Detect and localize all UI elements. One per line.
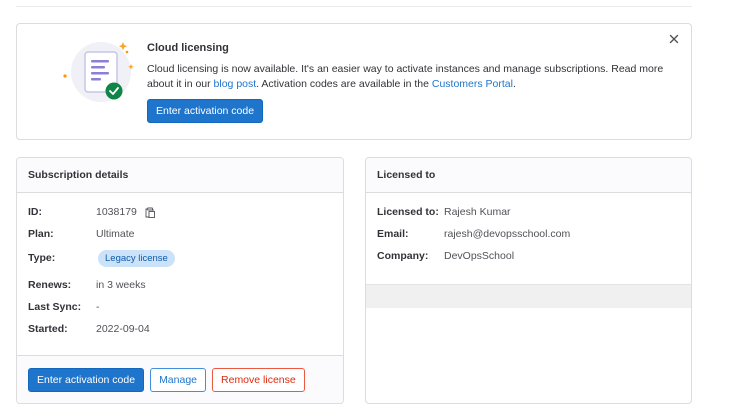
row-label: Type: [28,252,56,264]
licensee-name-value: Rajesh Kumar [444,206,511,218]
row-label: Email: [377,228,409,240]
blog-post-link[interactable]: blog post [214,78,257,90]
row-label: ID: [28,206,42,218]
licensed-to-footer [366,284,691,308]
row-label: Started: [28,323,68,335]
close-icon[interactable] [667,32,681,46]
subscription-details-card: Subscription details ID: 1038179 Plan: U… [16,157,344,404]
subscription-id-value: 1038179 [96,206,137,218]
last-sync-value: - [96,301,100,313]
enter-activation-code-button[interactable]: Enter activation code [28,368,145,392]
banner-description: Cloud licensing is now available. It's a… [147,63,664,90]
licensed-to-card: Licensed to Licensed to: Rajesh Kumar Em… [365,157,692,404]
started-value: 2022-09-04 [96,323,150,335]
licensed-to-header: Licensed to [366,158,691,193]
licensee-email-value: rajesh@devopsschool.com [444,228,571,240]
row-label: Renews: [28,279,72,291]
row-label: Company: [377,250,429,262]
license-document-illustration [63,42,134,102]
renews-value: in 3 weeks [96,279,146,291]
banner-title: Cloud licensing [147,42,229,54]
customers-portal-link[interactable]: Customers Portal [432,78,513,90]
banner-enter-activation-code-button[interactable]: Enter activation code [147,99,264,123]
row-label: Last Sync: [28,301,82,313]
row-label: Plan: [28,228,54,240]
copy-icon[interactable] [145,206,155,219]
manage-button[interactable]: Manage [150,368,207,392]
subscription-details-header: Subscription details [17,158,343,193]
licensee-company-value: DevOpsSchool [444,250,515,262]
cloud-licensing-banner: Cloud licensing Cloud licensing is now a… [16,23,692,140]
plan-value: Ultimate [96,228,135,240]
top-divider [16,6,692,7]
remove-license-button[interactable]: Remove license [212,368,305,392]
row-label: Licensed to: [377,206,439,218]
subscription-footer: Enter activation code Manage Remove lice… [17,355,343,403]
legacy-license-badge: Legacy license [98,250,175,267]
